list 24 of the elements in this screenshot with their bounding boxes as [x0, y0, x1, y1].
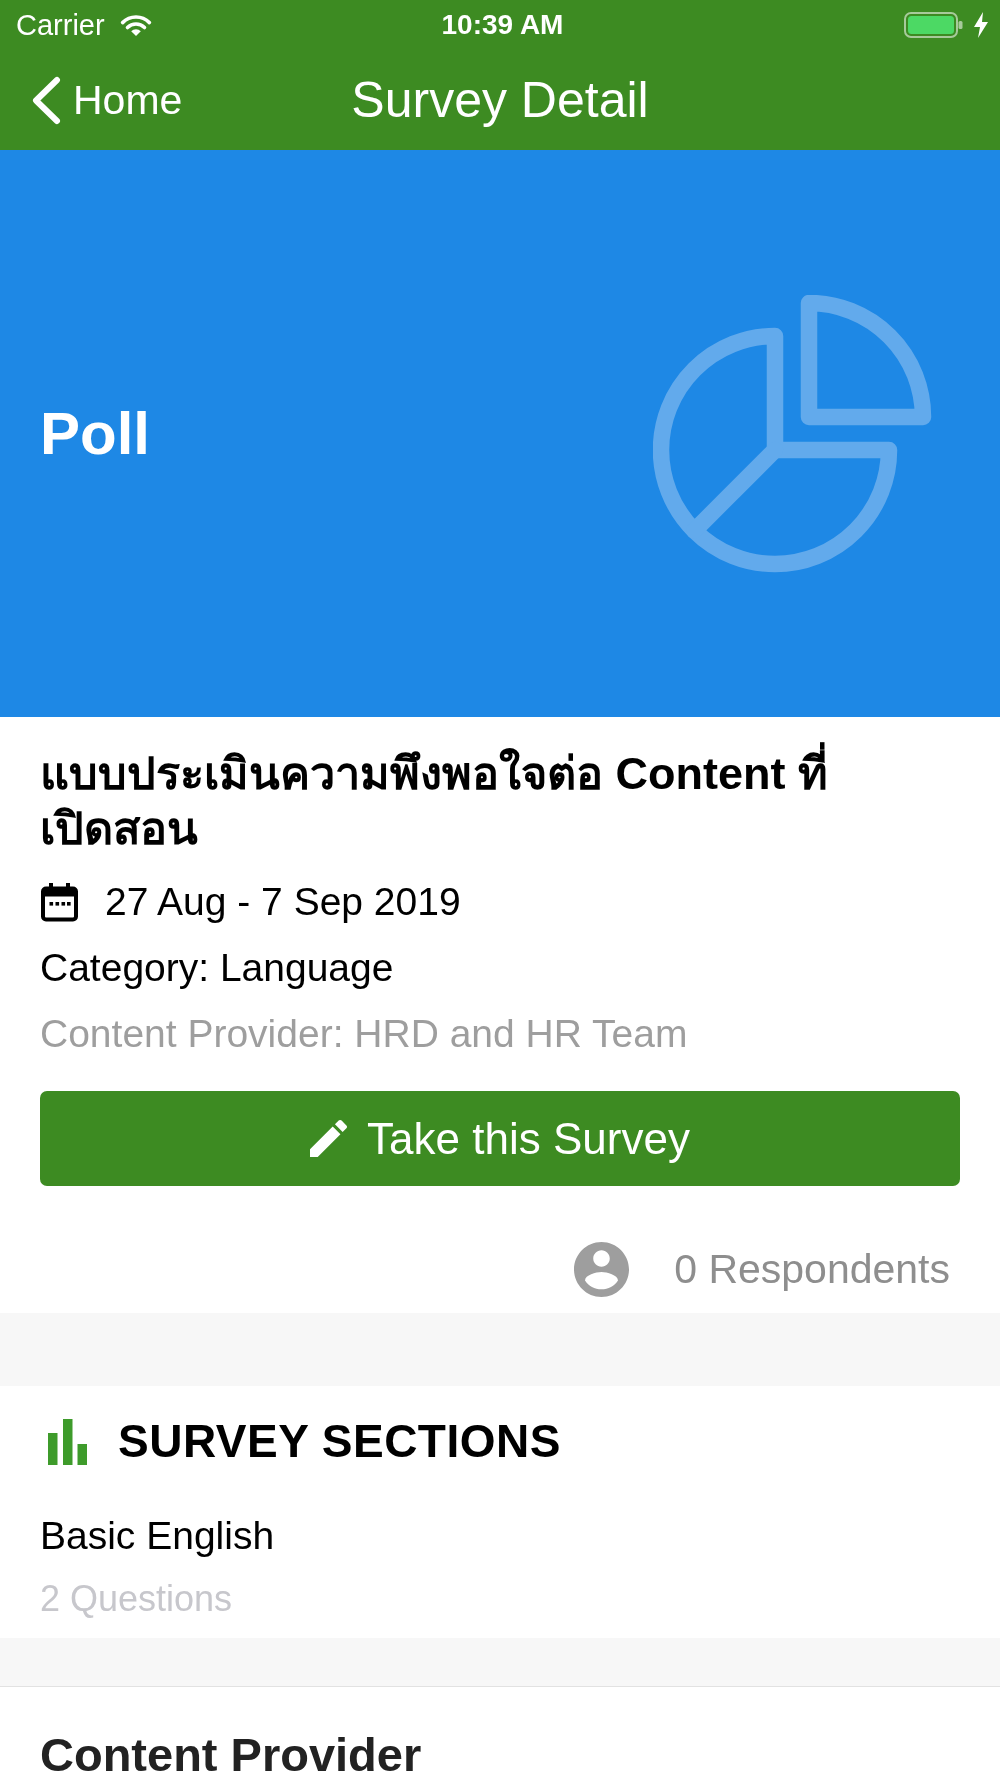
wifi-icon [118, 13, 153, 37]
section-heading: SURVEY SECTIONS [118, 1415, 561, 1468]
battery-icon [904, 12, 963, 38]
respondents-count: 0 Respondents [674, 1245, 950, 1293]
carrier-label: Carrier [16, 8, 105, 42]
charging-bolt-icon [973, 12, 989, 38]
date-range: 27 Aug - 7 Sep 2019 [105, 879, 461, 925]
pie-chart-icon [653, 294, 932, 573]
clock-time: 10:39 AM [441, 8, 564, 42]
category-label: Category: Language [40, 945, 395, 991]
chevron-left-icon [31, 75, 61, 125]
pencil-icon [310, 1120, 348, 1157]
back-button[interactable]: Home [31, 75, 183, 125]
take-survey-button[interactable]: Take this Survey [40, 1091, 960, 1186]
question-count: 2 Questions [40, 1577, 234, 1621]
section-name: Basic English [40, 1513, 276, 1559]
survey-title: แบบประเมินความพึงพอใจต่อ Content ที่เปิดสอน [40, 739, 900, 863]
person-icon [574, 1241, 630, 1297]
banner-label: Poll [40, 398, 150, 469]
provider-label: Content Provider: HRD and HR Team [40, 1011, 689, 1057]
provider-heading: Content Provider [40, 1731, 423, 1778]
calendar-icon [40, 882, 79, 922]
bar-chart-icon [48, 1418, 87, 1465]
nav-title: Survey Detail [351, 71, 649, 129]
